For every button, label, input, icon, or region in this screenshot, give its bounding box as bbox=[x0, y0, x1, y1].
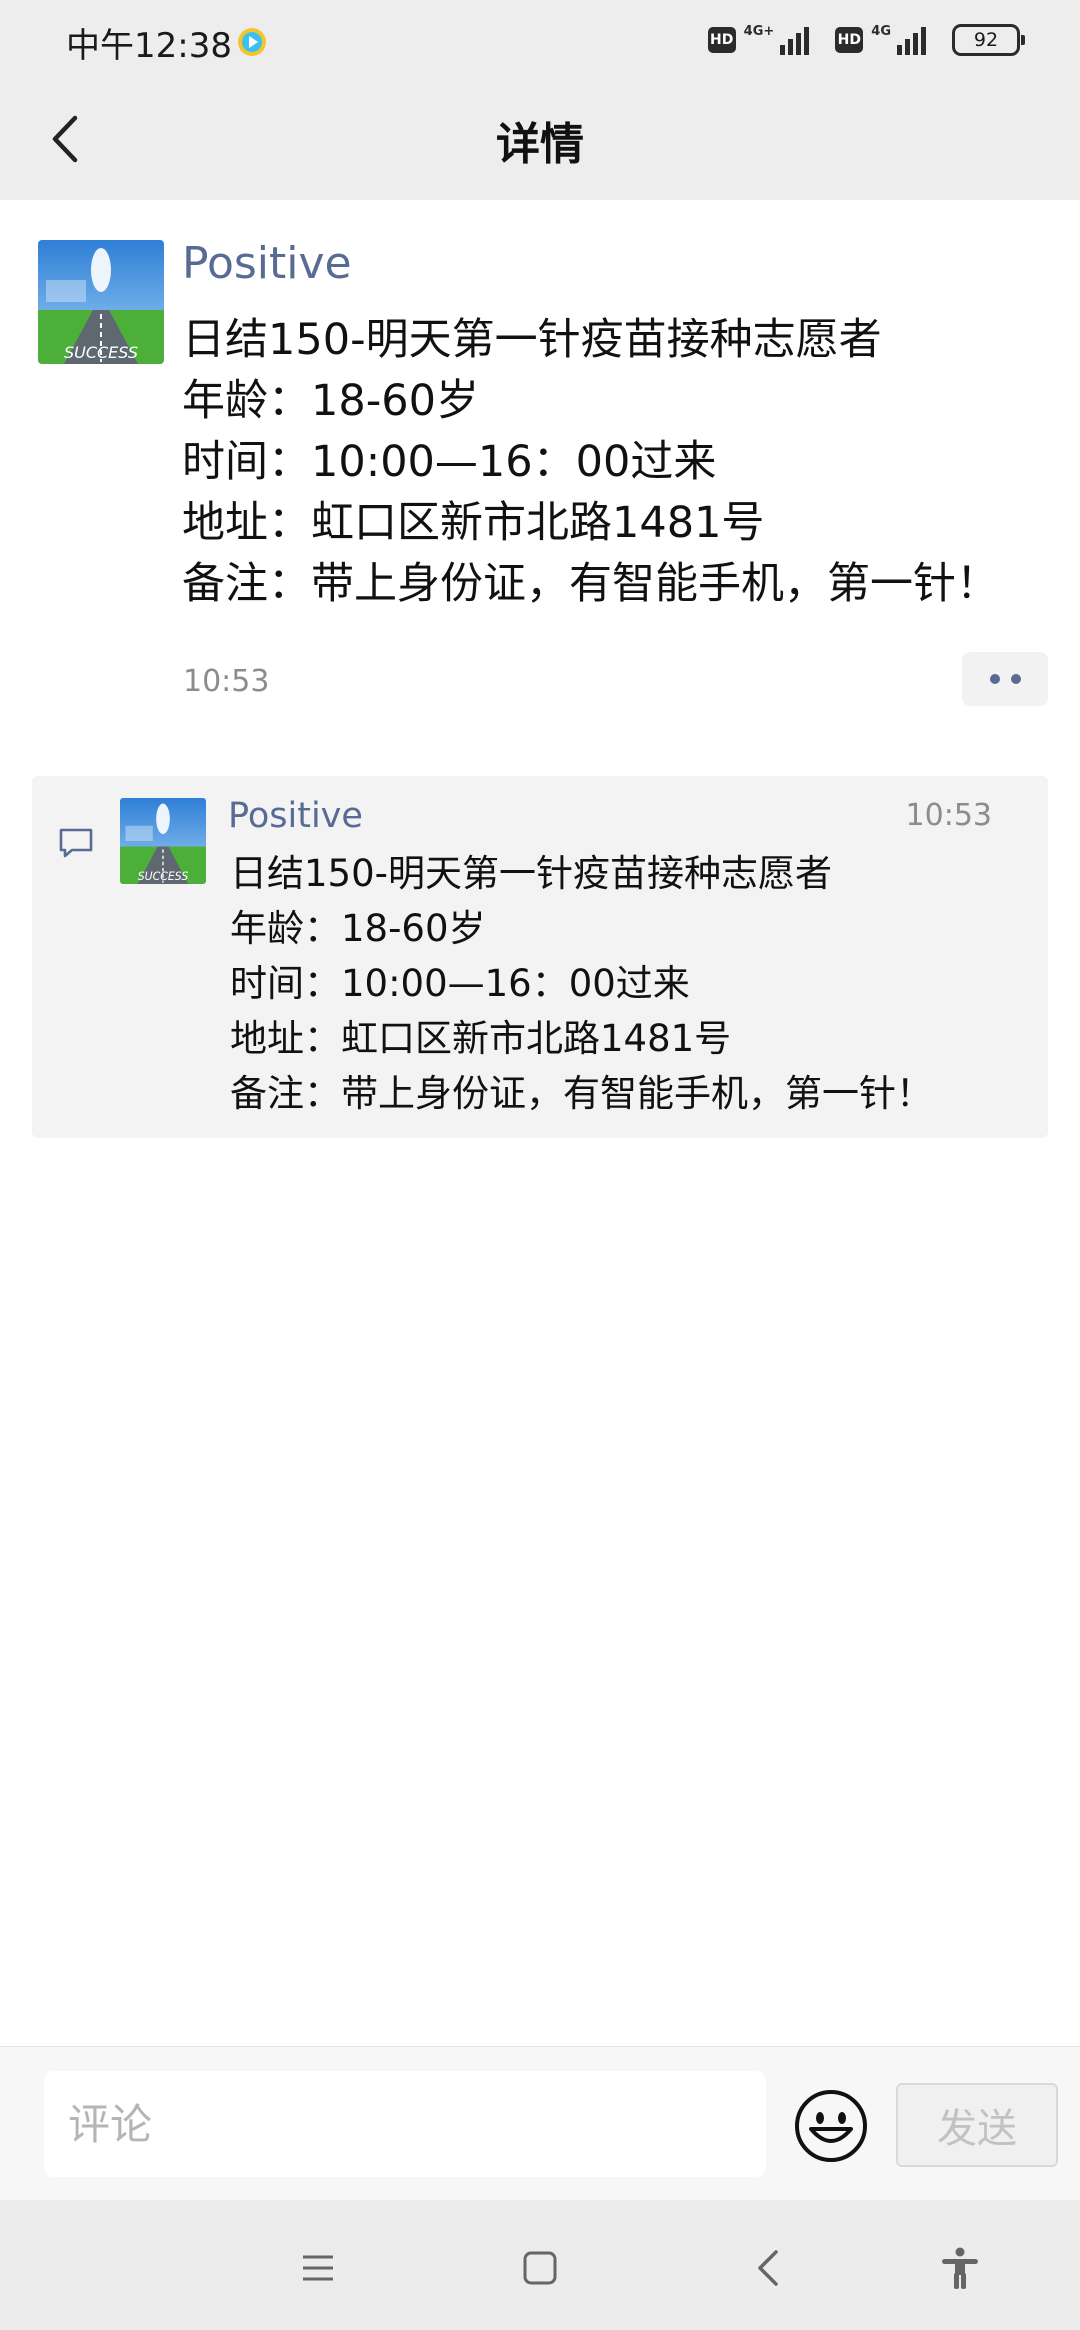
avatar[interactable]: SUCCESS bbox=[38, 240, 164, 364]
menu-button[interactable] bbox=[290, 2240, 346, 2296]
more-dots-icon bbox=[989, 674, 1000, 684]
svg-text:SUCCESS: SUCCESS bbox=[64, 343, 138, 362]
accessibility-icon bbox=[942, 2247, 978, 2289]
battery-level: 92 bbox=[973, 29, 999, 51]
avatar-image: SUCCESS bbox=[38, 240, 164, 364]
comment-line: 备注：带上身份证，有智能手机，第一针！ bbox=[230, 1072, 933, 1115]
comment-input-bar: 发送 bbox=[0, 2046, 1080, 2200]
comment-icon bbox=[59, 828, 93, 858]
post-author[interactable]: Positive bbox=[182, 238, 352, 289]
hd-badge-2: HD bbox=[835, 27, 864, 53]
comment-line: 年龄：18-60岁 bbox=[230, 907, 486, 950]
post-line: 日结150-明天第一针疫苗接种志愿者 bbox=[182, 315, 882, 365]
comment-input[interactable] bbox=[44, 2071, 766, 2177]
comment-timestamp: 10:53 bbox=[905, 798, 992, 833]
moment-post: SUCCESS Positive 日结150-明天第一针疫苗接种志愿者 年龄：1… bbox=[0, 200, 1080, 740]
comment-content[interactable]: 日结150-明天第一针疫苗接种志愿者 年龄：18-60岁 时间：10:00—16… bbox=[230, 846, 933, 1121]
status-bar: 中午12:38 HD 4G+ HD 4G 92 bbox=[0, 0, 1080, 82]
system-navigation-bar bbox=[0, 2200, 1080, 2330]
comment-line: 时间：10:00—16：00过来 bbox=[230, 962, 690, 1005]
post-line: 时间：10:00—16：00过来 bbox=[182, 437, 717, 487]
more-actions-button[interactable] bbox=[962, 652, 1048, 706]
svg-text:SUCCESS: SUCCESS bbox=[138, 870, 189, 883]
signal-bars-icon bbox=[780, 25, 810, 55]
post-timestamp: 10:53 bbox=[183, 664, 270, 699]
post-line: 年龄：18-60岁 bbox=[182, 376, 479, 426]
home-square-icon bbox=[523, 2251, 557, 2285]
post-content: 日结150-明天第一针疫苗接种志愿者 年龄：18-60岁 时间：10:00—16… bbox=[182, 310, 999, 615]
network-type-1: 4G+ bbox=[743, 23, 775, 39]
smiley-icon bbox=[795, 2090, 867, 2162]
send-button[interactable]: 发送 bbox=[896, 2083, 1058, 2167]
nav-bar: 详情 bbox=[0, 82, 1080, 200]
comment-line: 地址：虹口区新市北路1481号 bbox=[230, 1017, 732, 1060]
signal-bars-icon-2 bbox=[897, 25, 926, 55]
comments-section: SUCCESS Positive 10:53 日结150-明天第一针疫苗接种志愿… bbox=[32, 776, 1048, 1138]
commenter-avatar[interactable]: SUCCESS bbox=[120, 798, 206, 884]
comment-line: 日结150-明天第一针疫苗接种志愿者 bbox=[230, 852, 832, 895]
page-title: 详情 bbox=[496, 119, 584, 170]
comment-author[interactable]: Positive bbox=[228, 796, 363, 836]
accessibility-button[interactable] bbox=[932, 2240, 988, 2296]
back-triangle-icon bbox=[758, 2250, 778, 2286]
post-line: 备注：带上身份证，有智能手机，第一针！ bbox=[182, 559, 999, 609]
more-dots-icon bbox=[1010, 674, 1021, 684]
avatar-image: SUCCESS bbox=[120, 798, 206, 884]
home-button[interactable] bbox=[512, 2240, 568, 2296]
emoji-button[interactable] bbox=[792, 2087, 870, 2165]
hd-badge: HD bbox=[707, 27, 736, 53]
network-type-2: 4G bbox=[871, 23, 891, 39]
video-app-icon bbox=[238, 28, 266, 56]
battery-indicator: 92 bbox=[952, 24, 1025, 56]
menu-icon bbox=[303, 2255, 333, 2281]
post-line: 地址：虹口区新市北路1481号 bbox=[182, 498, 765, 548]
status-time: 中午12:38 bbox=[66, 26, 232, 66]
status-indicators: HD 4G+ HD 4G 92 bbox=[707, 20, 1025, 60]
system-back-button[interactable] bbox=[740, 2240, 796, 2296]
